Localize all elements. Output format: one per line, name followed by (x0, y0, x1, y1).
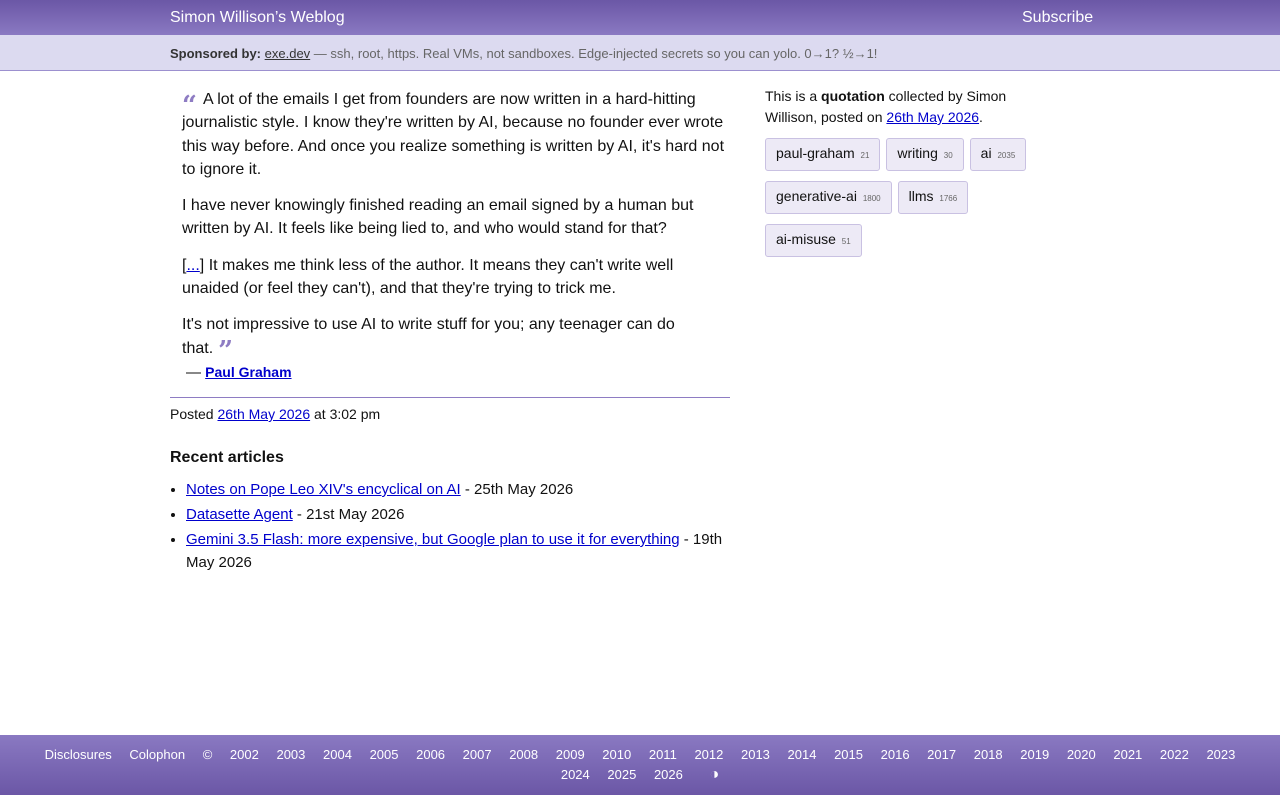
sidebar: This is a quotation collected by Simon W… (765, 86, 1035, 267)
footer-year-link[interactable]: 2011 (649, 747, 677, 762)
site-footer: Disclosures Colophon © 2002 2003 2004 20… (0, 735, 1280, 795)
list-item: Datasette Agent - 21st May 2026 (186, 503, 730, 526)
posted-prefix: Posted (170, 405, 218, 422)
footer-year-link[interactable]: 2006 (416, 747, 445, 762)
footer-colophon-link[interactable]: Colophon (129, 747, 185, 762)
footer-year-link[interactable]: 2009 (556, 747, 585, 762)
recent-article-link[interactable]: Notes on Pope Leo XIV's encyclical on AI (186, 481, 461, 498)
intro-type: quotation (821, 88, 885, 104)
footer-year-link[interactable]: 2004 (323, 747, 352, 762)
ellipsis-link[interactable]: ... (186, 257, 199, 274)
tag-label: generative-ai (776, 188, 857, 204)
recent-articles-list: Notes on Pope Leo XIV's encyclical on AI… (170, 478, 730, 574)
list-item: Notes on Pope Leo XIV's encyclical on AI… (186, 478, 730, 501)
site-title-link[interactable]: Simon Willison’s Weblog (170, 9, 345, 27)
footer-year-link[interactable]: 2015 (834, 747, 863, 762)
footer-year-link[interactable]: 2018 (974, 747, 1003, 762)
footer-year-link[interactable]: 2012 (694, 747, 723, 762)
tag-writing[interactable]: writing 30 (886, 138, 964, 171)
quote-paragraph-3: [...] It makes me think less of the auth… (182, 254, 730, 301)
tag-label: llms (908, 188, 934, 204)
footer-year-link[interactable]: 2007 (463, 747, 492, 762)
tag-generative-ai[interactable]: generative-ai 1800 (765, 181, 892, 214)
open-quote-icon: “ (182, 91, 197, 121)
footer-year-link[interactable]: 2019 (1020, 747, 1049, 762)
sidebar-intro: This is a quotation collected by Simon W… (765, 86, 1035, 128)
tag-count: 30 (943, 151, 953, 160)
tag-count: 1800 (862, 194, 881, 203)
footer-year-link[interactable]: 2008 (509, 747, 538, 762)
contrast-icon[interactable]: ◑ (709, 766, 719, 783)
footer-disclosures-link[interactable]: Disclosures (45, 747, 112, 762)
footer-year-link[interactable]: 2024 (561, 767, 590, 782)
tag-label: ai-misuse (776, 231, 836, 247)
main-content: “A lot of the emails I get from founders… (170, 88, 730, 576)
author-link[interactable]: Paul Graham (205, 364, 291, 380)
site-header: Simon Willison’s Weblog Subscribe (0, 0, 1280, 35)
quote-paragraph-1: “A lot of the emails I get from founders… (182, 88, 730, 181)
posted-line: Posted 26th May 2026 at 3:02 pm (170, 406, 730, 422)
tag-count: 51 (841, 237, 851, 246)
footer-year-link[interactable]: 2005 (370, 747, 399, 762)
recent-article-link[interactable]: Datasette Agent (186, 506, 293, 523)
tag-count: 1766 (939, 194, 958, 203)
posted-time: at 3:02 pm (310, 405, 381, 422)
recent-article-date: - 21st May 2026 (292, 505, 405, 523)
footer-year-link[interactable]: 2021 (1113, 747, 1142, 762)
tag-llms[interactable]: llms 1766 (897, 181, 969, 214)
sponsor-content: Sponsored by: exe.dev — ssh, root, https… (170, 46, 877, 61)
tag-count: 21 (860, 151, 870, 160)
tag-list: paul-graham 21 writing 30 ai 2035 generativ… (765, 138, 1035, 267)
footer-year-link[interactable]: 2022 (1160, 747, 1189, 762)
footer-year-link[interactable]: 2002 (230, 747, 259, 762)
quote-text-3: ] It makes me think less of the author. … (182, 256, 674, 298)
recent-article-link[interactable]: Gemini 3.5 Flash: more expensive, but Go… (186, 531, 680, 548)
sponsor-text: — ssh, root, https. Real VMs, not sandbo… (310, 46, 878, 61)
sponsor-link[interactable]: exe.dev (265, 46, 311, 61)
tag-ai-misuse[interactable]: ai-misuse 51 (765, 224, 862, 257)
footer-year-link[interactable]: 2020 (1067, 747, 1096, 762)
quotation: “A lot of the emails I get from founders… (170, 88, 730, 364)
footer-year-link[interactable]: 2025 (607, 767, 636, 782)
tag-count: 2035 (997, 151, 1016, 160)
intro-end: . (979, 109, 983, 125)
quote-citation: — Paul Graham (186, 364, 730, 381)
intro-date-link[interactable]: 26th May 2026 (886, 109, 979, 125)
quote-paragraph-2: I have never knowingly finished reading … (182, 197, 694, 238)
footer-year-link[interactable]: 2010 (602, 747, 631, 762)
footer-year-link[interactable]: 2014 (788, 747, 817, 762)
copyright-symbol: © (202, 747, 213, 762)
footer-year-link[interactable]: 2023 (1206, 747, 1235, 762)
divider (170, 396, 730, 398)
tag-label: paul-graham (776, 145, 855, 161)
footer-year-link[interactable]: 2013 (741, 747, 770, 762)
tag-paul-graham[interactable]: paul-graham 21 (765, 138, 881, 171)
quote-paragraph-4: It's not impressive to use AI to write s… (182, 313, 730, 363)
recent-articles-heading: Recent articles (170, 448, 284, 466)
footer-year-link[interactable]: 2017 (927, 747, 956, 762)
cite-dash: — (186, 363, 206, 381)
posted-date-link[interactable]: 26th May 2026 (217, 406, 310, 422)
footer-year-link[interactable]: 2003 (276, 747, 305, 762)
recent-article-date: - 25th May 2026 (460, 480, 574, 498)
quote-text-4: It's not impressive to use AI to write s… (182, 316, 675, 357)
footer-year-link[interactable]: 2016 (881, 747, 910, 762)
tag-label: writing (897, 145, 938, 161)
subscribe-link[interactable]: Subscribe (1022, 9, 1093, 27)
close-quote-icon: ” (218, 335, 234, 366)
sponsor-banner: Sponsored by: exe.dev — ssh, root, https… (0, 35, 1280, 71)
tag-ai[interactable]: ai 2035 (969, 138, 1027, 171)
quote-text-1: A lot of the emails I get from founders … (182, 91, 725, 178)
footer-links: Disclosures Colophon © 2002 2003 2004 20… (0, 735, 1280, 785)
tag-label: ai (980, 145, 992, 161)
intro-text: This is a (765, 88, 822, 104)
sponsor-label: Sponsored by: (170, 46, 262, 61)
footer-year-link[interactable]: 2026 (654, 767, 683, 782)
list-item: Gemini 3.5 Flash: more expensive, but Go… (186, 528, 730, 574)
